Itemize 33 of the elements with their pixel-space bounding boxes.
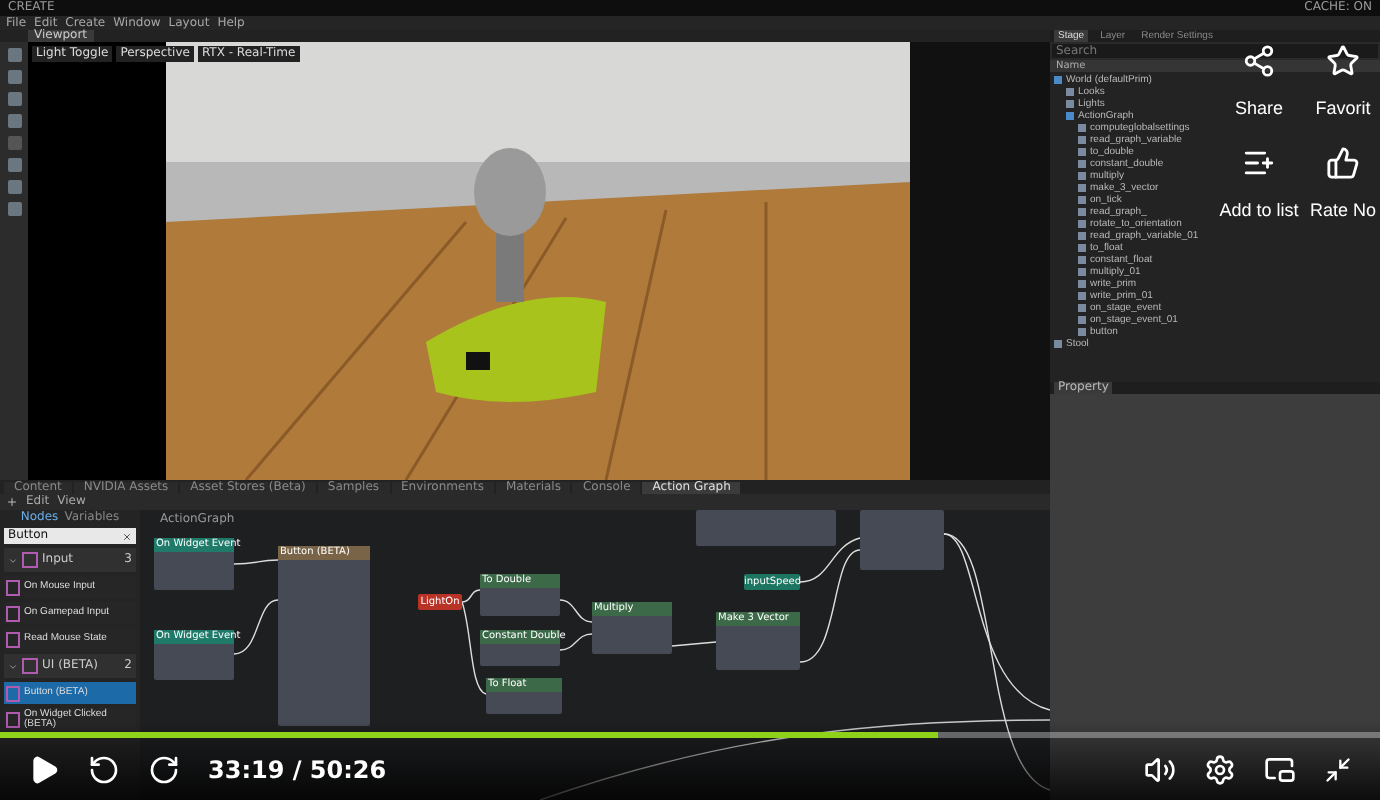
wire: [559, 599, 593, 623]
add-to-list-icon[interactable]: [1242, 146, 1276, 180]
progress-track[interactable]: [0, 732, 1380, 738]
play-icon[interactable]: [28, 753, 60, 785]
exit-fullscreen-icon[interactable]: [1324, 755, 1352, 783]
chevron-icon: [8, 555, 18, 565]
star-icon[interactable]: [1326, 44, 1360, 78]
category-icon: [22, 552, 38, 568]
time-display: 33:19 / 50:26: [208, 755, 387, 783]
volume-icon[interactable]: [1144, 753, 1176, 785]
node-icon: [6, 685, 20, 701]
chevron-icon: [8, 661, 18, 671]
add-icon[interactable]: [6, 496, 18, 508]
graph-node: [860, 510, 944, 570]
node-icon: [6, 711, 20, 727]
thumbs-up-icon[interactable]: [1326, 146, 1360, 180]
miniplayer-icon[interactable]: [1264, 753, 1296, 785]
action-label[interactable]: Rate No: [1309, 200, 1377, 220]
prim-icon: [1054, 340, 1062, 348]
category-icon: [22, 658, 38, 674]
forward-icon[interactable]: [148, 753, 180, 785]
node-icon: [6, 631, 20, 647]
node-icon: [6, 605, 20, 621]
share-icon[interactable]: [1242, 44, 1276, 78]
rewind-icon[interactable]: [88, 753, 120, 785]
action-label[interactable]: Add to list: [1219, 200, 1299, 220]
action-label[interactable]: Favorit: [1315, 98, 1371, 118]
action-label[interactable]: Share: [1234, 98, 1284, 118]
graph-node: [696, 510, 836, 546]
node-icon: [6, 579, 20, 595]
settings-icon[interactable]: [1204, 753, 1236, 785]
wire: [233, 559, 279, 565]
wire: [671, 641, 717, 647]
